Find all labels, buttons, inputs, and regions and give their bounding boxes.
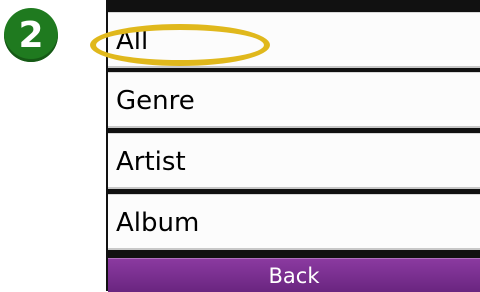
menu-item-label: Genre (116, 85, 195, 116)
menu-item-album[interactable]: Album (108, 194, 480, 250)
music-browse-menu: All Genre Artist Album Back (106, 0, 480, 292)
menu-item-genre[interactable]: Genre (108, 72, 480, 128)
step-number-badge: 2 (4, 8, 58, 62)
menu-item-label: Album (116, 207, 200, 238)
back-button[interactable]: Back (108, 258, 480, 292)
menu-item-label: Artist (116, 146, 186, 177)
menu-item-artist[interactable]: Artist (108, 133, 480, 189)
menu-item-label: All (116, 25, 149, 56)
menu-item-all[interactable]: All (108, 12, 480, 68)
